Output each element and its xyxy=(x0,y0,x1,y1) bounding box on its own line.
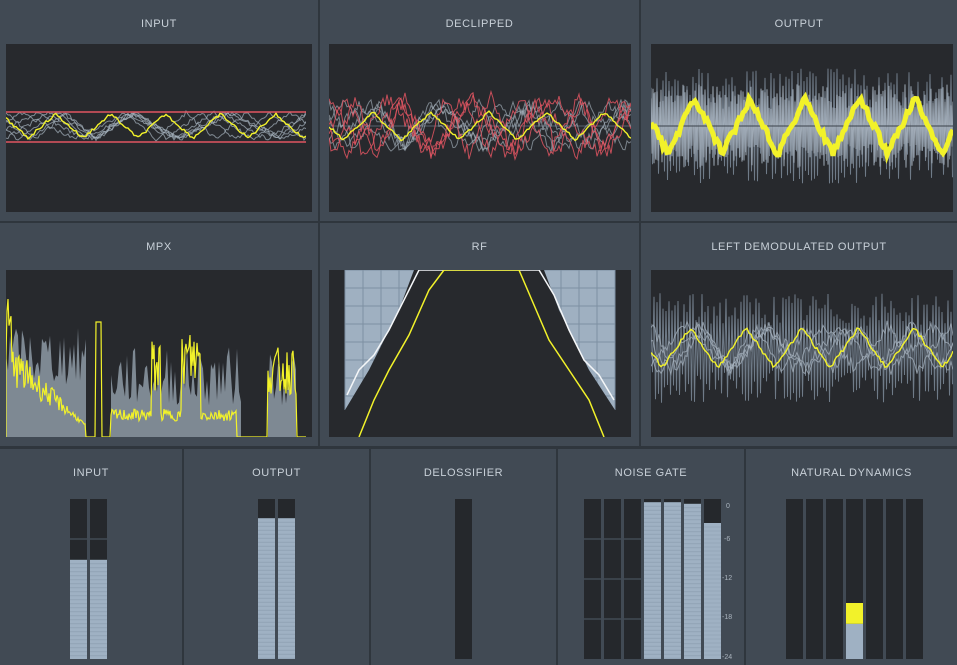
scope-title: LEFT DEMODULATED OUTPUT xyxy=(711,241,887,253)
level-meter-delossifier xyxy=(455,499,472,659)
meter-panel-natural-dynamics: NATURAL DYNAMICS xyxy=(746,449,957,665)
scale-label-0: 0 xyxy=(726,503,730,510)
scope-display-declipped xyxy=(329,44,631,212)
spectrum-fill xyxy=(6,328,86,437)
spectrum-fill xyxy=(111,347,241,437)
meter-bar-bg xyxy=(866,499,883,659)
scope-panel-left-demod: LEFT DEMODULATED OUTPUT xyxy=(641,223,957,446)
spectrum-mpx xyxy=(6,298,306,437)
meter-panel-output: OUTPUT xyxy=(184,449,369,665)
scope-display-left-demod xyxy=(651,270,953,437)
scope-title: INPUT xyxy=(141,18,177,30)
scope-title: MPX xyxy=(146,241,172,253)
meter-bar-fill xyxy=(278,518,295,659)
meter-bar-fill xyxy=(258,518,275,659)
waveform-declipped xyxy=(329,89,631,161)
scale-label-24: -24 xyxy=(722,654,732,661)
trace-yellow xyxy=(6,111,306,140)
scope-panel-output: OUTPUT xyxy=(641,0,957,221)
scope-title: DECLIPPED xyxy=(445,18,514,30)
scope-panel-rf: RF xyxy=(320,223,639,446)
level-meter-noise-gate: 0 -6 -12 -18 -24 xyxy=(584,499,732,661)
meter-bar-bg xyxy=(455,499,472,659)
scope-display-rf xyxy=(329,270,631,437)
level-meter-natural-dynamics xyxy=(786,499,923,659)
meter-bar-fill xyxy=(90,559,107,659)
meter-bar-fill xyxy=(70,559,87,659)
scope-title: OUTPUT xyxy=(774,18,824,30)
level-meter-input xyxy=(70,499,107,659)
scope-display-mpx xyxy=(6,270,312,437)
meter-bar-bg xyxy=(886,499,903,659)
meter-panel-input: INPUT xyxy=(0,449,182,665)
waveform-left-demod xyxy=(651,293,953,403)
scope-panel-input: INPUT xyxy=(0,0,318,221)
scope-title: RF xyxy=(471,241,488,253)
meter-bar-bg xyxy=(906,499,923,659)
scale-label-6: -6 xyxy=(724,536,730,543)
meter-bar-bg xyxy=(826,499,843,659)
meter-bar-fill xyxy=(644,502,661,659)
meter-bar-bg xyxy=(786,499,803,659)
meter-bar-bg xyxy=(806,499,823,659)
meter-panel-noise-gate: NOISE GATE 0 -6 -12 -18 -24 xyxy=(558,449,744,665)
waveform-output xyxy=(651,68,953,184)
scope-panel-mpx: MPX xyxy=(0,223,318,446)
scale-label-18: -18 xyxy=(722,614,732,621)
level-meter-output xyxy=(258,499,295,659)
meter-bar-highlight xyxy=(846,603,863,624)
meter-bar-fill xyxy=(664,502,681,659)
spectrum-rf xyxy=(344,270,616,437)
scope-panel-declipped: DECLIPPED xyxy=(320,0,639,221)
scale-label-12: -12 xyxy=(722,575,732,582)
meter-panel-delossifier: DELOSSIFIER xyxy=(371,449,556,665)
scope-display-input xyxy=(6,44,312,212)
waveform-input xyxy=(6,109,306,143)
scope-display-output xyxy=(651,44,953,212)
meter-bar-fill xyxy=(846,623,863,659)
